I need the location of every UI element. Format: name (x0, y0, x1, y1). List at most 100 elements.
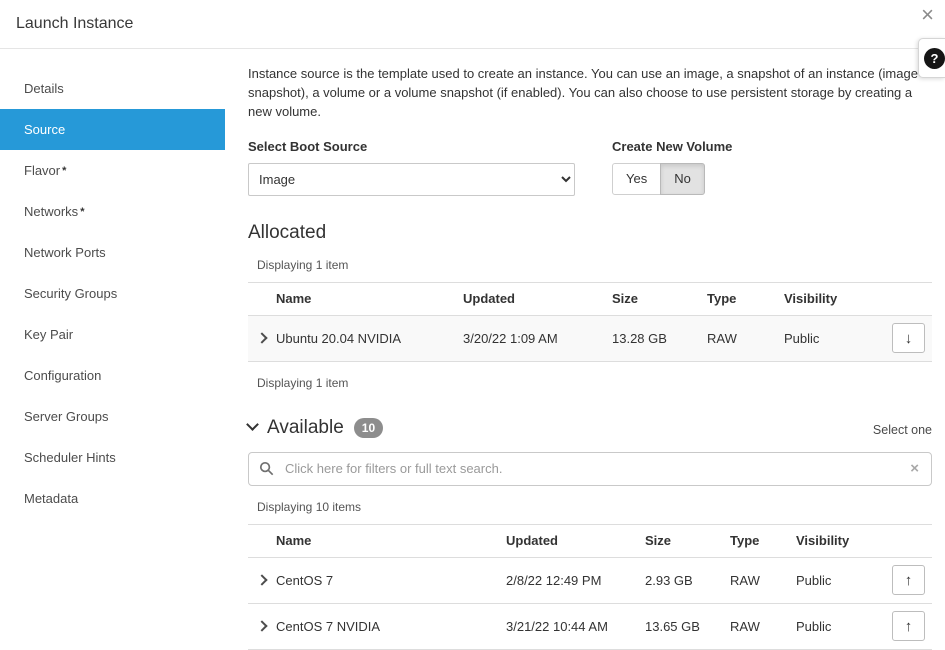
help-icon: ? (924, 48, 945, 69)
allocate-button[interactable]: ↑ (892, 565, 925, 595)
sidebar-item-label: Metadata (24, 491, 78, 506)
sidebar-item-security-groups[interactable]: Security Groups (0, 273, 225, 314)
updated-cell: 3/21/22 10:44 AM (506, 619, 645, 634)
updated-cell: 2/8/22 12:49 PM (506, 573, 645, 588)
sidebar-item-label: Source (24, 122, 65, 137)
close-icon[interactable]: × (921, 4, 934, 26)
allocated-table: Name Updated Size Type Visibility Ubuntu… (248, 282, 932, 362)
column-type: Type (707, 291, 784, 306)
new-volume-label: Create New Volume (612, 139, 732, 154)
modal-body: Details Source Flavor* Networks* Network… (0, 49, 945, 646)
collapse-chevron-icon[interactable] (246, 418, 259, 431)
allocated-row: Ubuntu 20.04 NVIDIA 3/20/22 1:09 AM 13.2… (248, 316, 932, 362)
help-button[interactable]: ? (918, 38, 945, 78)
actions-cell: ↓ (888, 323, 932, 353)
actions-cell: ↑ (888, 611, 932, 641)
expand-chevron-icon[interactable] (256, 620, 267, 631)
search-bar: × (248, 452, 932, 486)
image-name-cell: CentOS 7 (276, 573, 506, 588)
expander-cell (248, 576, 276, 584)
size-cell: 2.93 GB (645, 573, 730, 588)
source-step-content: Instance source is the template used to … (225, 49, 945, 646)
search-icon (259, 461, 274, 476)
allocated-heading: Allocated (248, 222, 932, 244)
arrow-down-icon: ↓ (905, 331, 913, 346)
boot-source-select[interactable]: Image (248, 163, 575, 196)
sidebar-item-server-groups[interactable]: Server Groups (0, 396, 225, 437)
visibility-cell: Public (784, 331, 888, 346)
sidebar-item-label: Scheduler Hints (24, 450, 116, 465)
type-cell: RAW (730, 619, 796, 634)
column-visibility: Visibility (784, 291, 888, 306)
column-visibility: Visibility (796, 533, 888, 548)
new-volume-group: Create New Volume Yes No (612, 139, 732, 196)
allocated-count-top: Displaying 1 item (257, 258, 932, 272)
clear-search-icon[interactable]: × (908, 461, 921, 476)
sidebar-item-label: Security Groups (24, 286, 117, 301)
column-size: Size (612, 291, 707, 306)
source-form-row: Select Boot Source Image Create New Volu… (248, 139, 932, 196)
type-cell: RAW (730, 573, 796, 588)
search-input[interactable] (285, 461, 908, 476)
available-row: CentOS 7 NVIDIA 3/21/22 10:44 AM 13.65 G… (248, 604, 932, 650)
select-one-hint: Select one (873, 423, 932, 439)
wizard-sidebar: Details Source Flavor* Networks* Network… (0, 49, 225, 646)
size-cell: 13.28 GB (612, 331, 707, 346)
volume-no-button[interactable]: No (660, 163, 705, 195)
column-updated: Updated (506, 533, 645, 548)
sidebar-item-label: Network Ports (24, 245, 106, 260)
allocated-table-header: Name Updated Size Type Visibility (248, 282, 932, 316)
column-name: Name (276, 533, 506, 548)
image-name-cell: Ubuntu 20.04 NVIDIA (276, 331, 463, 346)
sidebar-item-label: Server Groups (24, 409, 109, 424)
required-asterisk: * (62, 165, 66, 177)
column-name: Name (276, 291, 463, 306)
boot-source-group: Select Boot Source Image (248, 139, 612, 196)
arrow-up-icon: ↑ (905, 573, 913, 588)
sidebar-item-networks[interactable]: Networks* (0, 191, 225, 232)
visibility-cell: Public (796, 573, 888, 588)
column-size: Size (645, 533, 730, 548)
available-table: Name Updated Size Type Visibility CentOS… (248, 524, 932, 650)
allocate-button[interactable]: ↑ (892, 611, 925, 641)
arrow-up-icon: ↑ (905, 619, 913, 634)
required-asterisk: * (80, 206, 84, 218)
available-table-header: Name Updated Size Type Visibility (248, 524, 932, 558)
new-volume-toggle: Yes No (612, 163, 732, 195)
column-updated: Updated (463, 291, 612, 306)
allocated-count-bottom: Displaying 1 item (257, 376, 932, 390)
expand-chevron-icon[interactable] (256, 332, 267, 343)
available-count: Displaying 10 items (257, 500, 932, 514)
sidebar-item-flavor[interactable]: Flavor* (0, 150, 225, 191)
volume-yes-button[interactable]: Yes (612, 163, 661, 195)
type-cell: RAW (707, 331, 784, 346)
sidebar-item-label: Networks (24, 204, 78, 219)
sidebar-item-configuration[interactable]: Configuration (0, 355, 225, 396)
visibility-cell: Public (796, 619, 888, 634)
image-name-cell: CentOS 7 NVIDIA (276, 619, 506, 634)
source-description: Instance source is the template used to … (248, 65, 932, 122)
sidebar-item-network-ports[interactable]: Network Ports (0, 232, 225, 273)
expander-cell (248, 334, 276, 342)
modal-title: Launch Instance (16, 15, 133, 33)
available-row: CentOS 7 2/8/22 12:49 PM 2.93 GB RAW Pub… (248, 558, 932, 604)
column-type: Type (730, 533, 796, 548)
available-heading: Available (267, 417, 344, 439)
sidebar-item-key-pair[interactable]: Key Pair (0, 314, 225, 355)
sidebar-item-label: Key Pair (24, 327, 73, 342)
expand-chevron-icon[interactable] (256, 574, 267, 585)
boot-source-label: Select Boot Source (248, 139, 612, 154)
size-cell: 13.65 GB (645, 619, 730, 634)
modal-header: Launch Instance (0, 0, 945, 49)
actions-cell: ↑ (888, 565, 932, 595)
available-count-badge: 10 (354, 418, 383, 438)
deallocate-button[interactable]: ↓ (892, 323, 925, 353)
available-section-header: Available 10 Select one (248, 417, 932, 439)
sidebar-item-details[interactable]: Details (0, 68, 225, 109)
sidebar-item-label: Configuration (24, 368, 101, 383)
sidebar-item-source[interactable]: Source (0, 109, 225, 150)
sidebar-item-scheduler-hints[interactable]: Scheduler Hints (0, 437, 225, 478)
updated-cell: 3/20/22 1:09 AM (463, 331, 612, 346)
sidebar-item-metadata[interactable]: Metadata (0, 478, 225, 519)
sidebar-item-label: Details (24, 81, 64, 96)
